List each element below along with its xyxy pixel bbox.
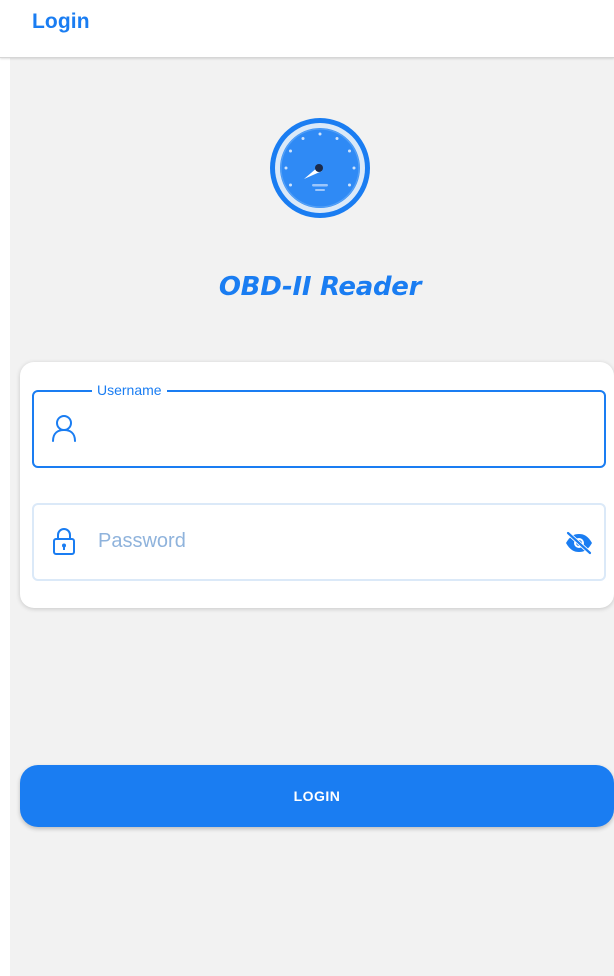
login-button[interactable]: LOGIN	[20, 765, 614, 827]
user-icon	[51, 414, 77, 442]
username-field[interactable]: Username	[32, 381, 606, 468]
lock-icon	[51, 527, 77, 555]
eye-off-icon[interactable]	[564, 530, 594, 556]
login-card: Username Password	[20, 362, 614, 608]
username-label: Username	[92, 381, 167, 399]
password-placeholder: Password	[98, 530, 186, 552]
speedometer-gauge-icon	[269, 117, 371, 219]
app-name: OBD-II Reader	[218, 272, 422, 302]
password-field[interactable]: Password	[32, 503, 606, 581]
page-title: Login	[32, 10, 90, 33]
app-bar: Login	[0, 0, 614, 58]
